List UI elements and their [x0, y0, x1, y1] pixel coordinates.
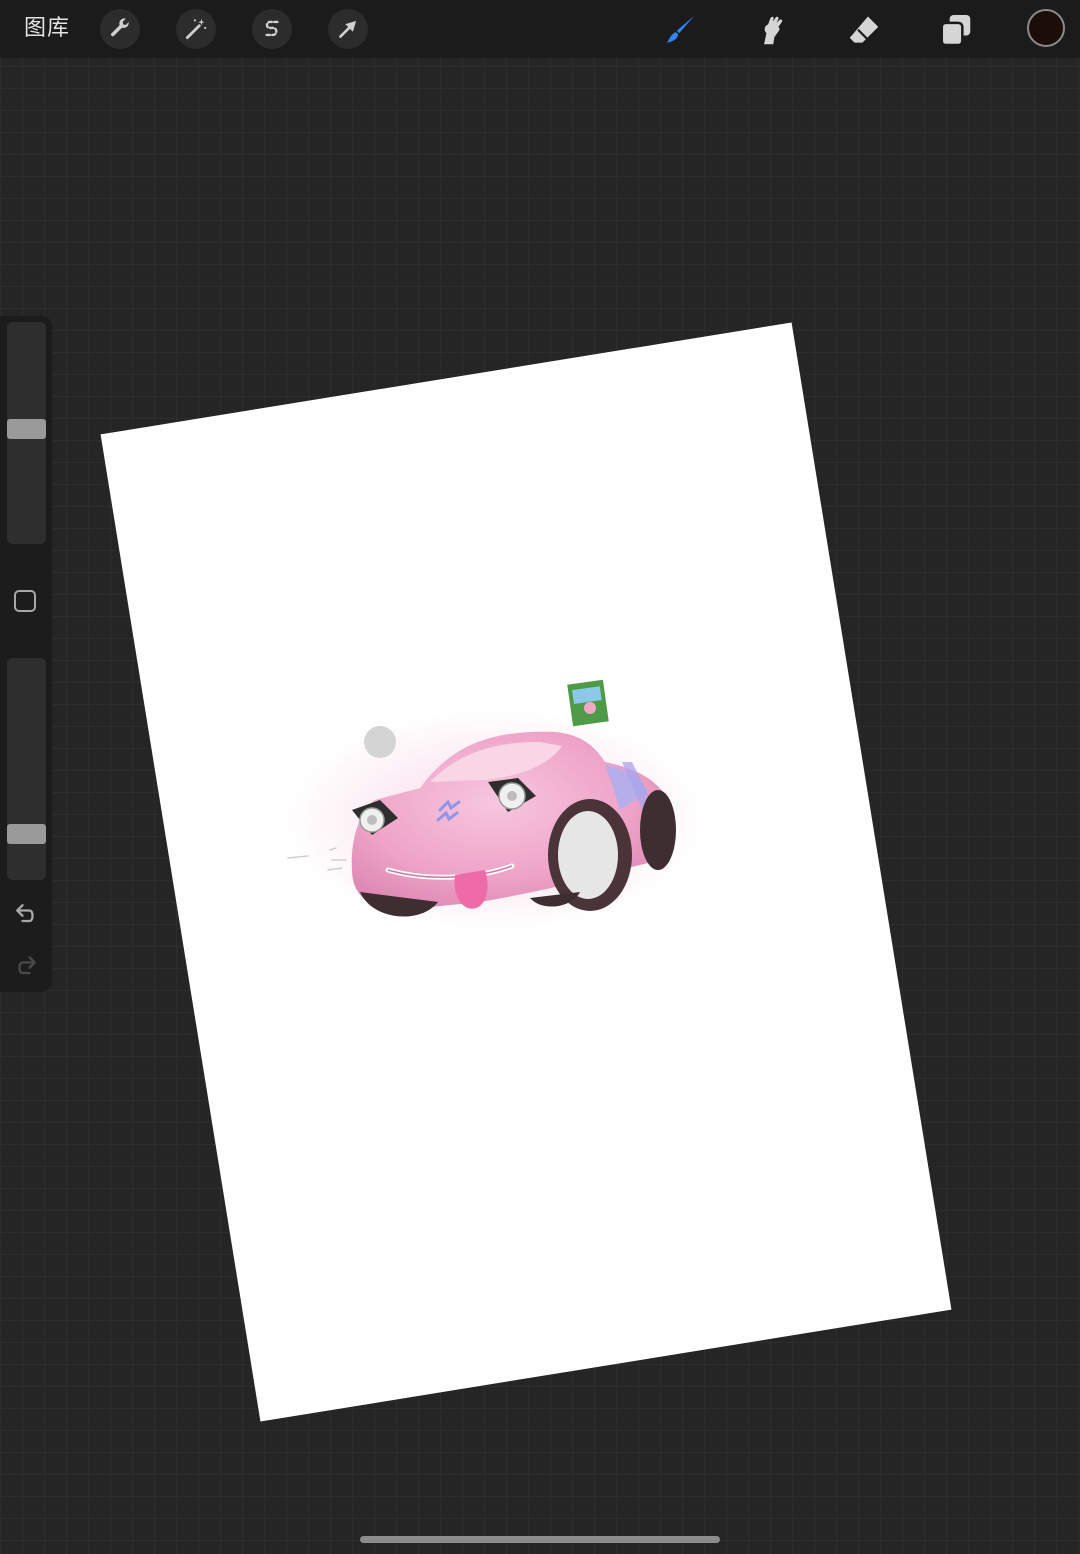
brush-icon — [666, 15, 695, 43]
actions-button[interactable] — [100, 9, 140, 49]
brush-size-thumb[interactable] — [7, 418, 46, 439]
arrow-cursor-icon — [339, 20, 357, 38]
undo-icon — [16, 904, 34, 923]
top-toolbar: 图库 — [0, 0, 1080, 58]
eraser-button[interactable] — [842, 8, 886, 52]
smudge-icon — [764, 16, 783, 45]
left-sidebar — [0, 316, 52, 992]
layers-button[interactable] — [934, 8, 978, 52]
eraser-icon — [849, 16, 879, 43]
brush-size-slider[interactable] — [7, 322, 46, 544]
wrench-icon — [111, 18, 129, 37]
opacity-slider[interactable] — [7, 658, 46, 880]
redo-button[interactable] — [12, 952, 40, 980]
home-indicator[interactable] — [360, 1536, 720, 1543]
brush-button[interactable] — [658, 8, 702, 52]
undo-button[interactable] — [12, 900, 40, 928]
magic-wand-icon — [185, 18, 207, 40]
gallery-button[interactable]: 图库 — [24, 14, 70, 44]
artwork-pink-car — [285, 679, 705, 930]
redo-icon — [18, 956, 36, 975]
selection-button[interactable] — [252, 9, 292, 49]
opacity-thumb[interactable] — [7, 823, 46, 844]
adjustments-button[interactable] — [176, 9, 216, 49]
gray-dot — [364, 726, 396, 758]
modify-button[interactable] — [14, 590, 36, 612]
color-picker-button[interactable] — [1027, 9, 1065, 47]
selection-s-icon — [265, 20, 279, 37]
layers-icon — [940, 14, 971, 47]
smudge-button[interactable] — [750, 8, 794, 52]
transform-button[interactable] — [328, 9, 368, 49]
sticker-photo — [567, 679, 609, 727]
